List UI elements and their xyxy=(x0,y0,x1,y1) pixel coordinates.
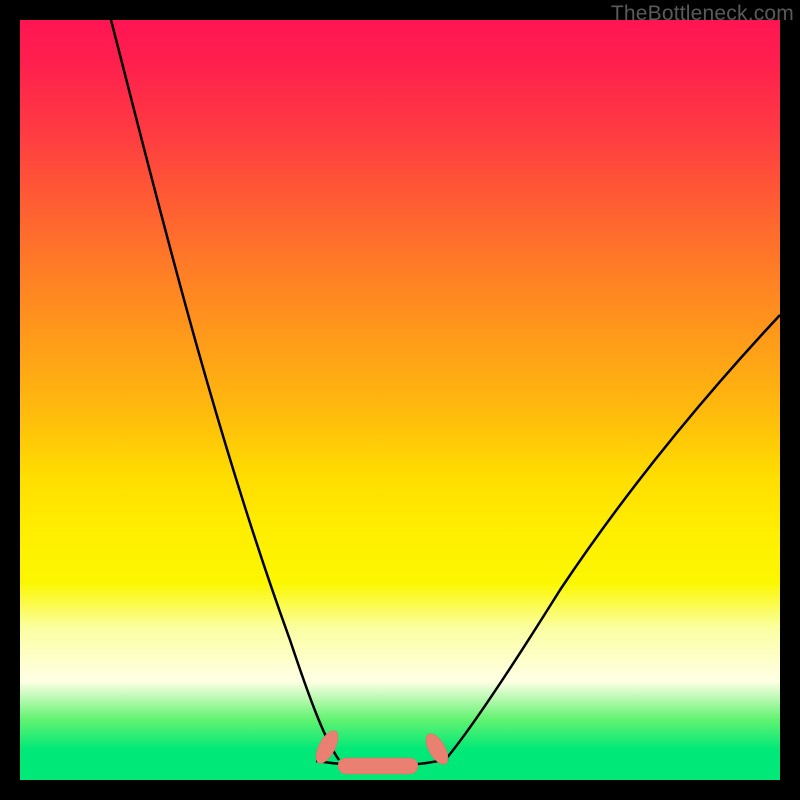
watermark-text: TheBottleneck.com xyxy=(611,2,794,26)
chart-background-gradient xyxy=(20,20,780,780)
chart-frame: TheBottleneck.com xyxy=(0,0,800,800)
